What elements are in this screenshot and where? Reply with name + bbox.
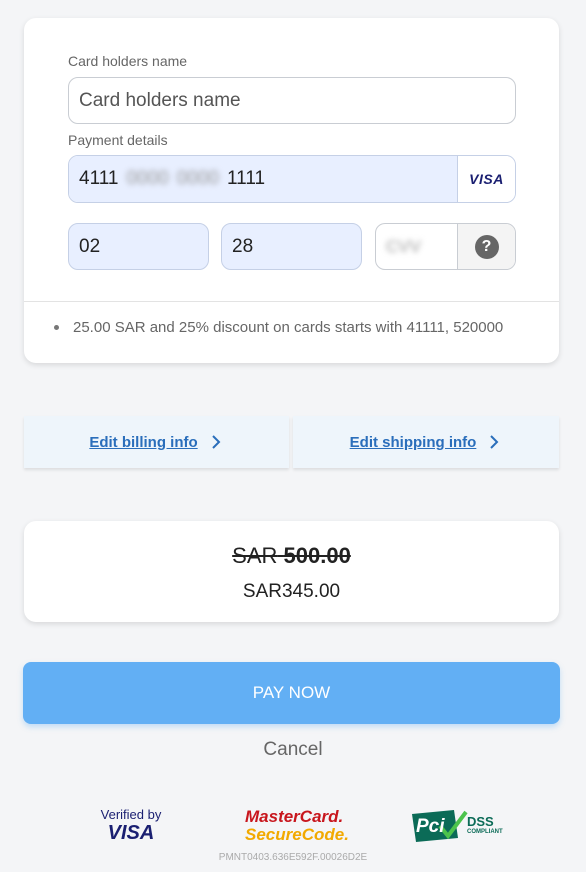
card-brand-box: VISA [457,156,515,202]
card-number-last: 1111 [227,168,266,189]
pci-dss-logo: Pci DSS COMPLIANT [410,808,503,844]
billing-link-panel: Edit billing info [24,416,289,468]
bullet-icon [54,325,59,330]
visa-brand-icon: VISA [469,171,504,187]
cvv-field[interactable]: CVV ? [375,223,516,270]
compliant-text: COMPLIANT [467,829,503,835]
shipping-link-panel: Edit shipping info [293,416,559,468]
mastercard-text: MasterCard. [245,807,344,826]
card-number-masked-1: 0000 [126,168,169,189]
discounted-price: SAR345.00 [242,581,341,602]
original-price-currency: SAR [232,543,278,568]
pci-text: Pci [416,816,445,837]
securecode-text: SecureCode. [245,825,349,844]
mastercard-securecode-logo: MasterCard. SecureCode. [245,807,349,844]
verified-by-visa-logo: Verified by VISA [96,807,166,845]
chevron-right-icon [490,435,499,449]
divider [24,301,559,302]
card-number-input[interactable]: 4111 0000 0000 1111 [69,156,457,202]
edit-billing-link[interactable]: Edit billing info [89,434,223,451]
edit-shipping-label: Edit shipping info [349,433,477,451]
pay-now-button[interactable]: PAY NOW [23,662,560,724]
price-summary: SAR 500.00 SAR345.00 [24,521,559,622]
payment-reference: PMNT0403.636E592F.00026D2E [218,852,368,863]
discount-note: 25.00 SAR and 25% discount on cards star… [54,319,503,336]
original-price-amount: 500.00 [283,543,351,568]
chevron-right-icon [211,435,221,449]
dss-text: DSS [467,814,494,829]
visa-logo-text: VISA [107,822,155,844]
holder-name-label: Card holders name [68,53,188,69]
card-number-masked-2: 0000 [176,168,220,189]
question-icon: ? [474,234,499,259]
discount-text: 25.00 SAR and 25% discount on cards star… [73,319,504,336]
card-number-first: 4111 [79,168,119,189]
cvv-help-button[interactable]: ? [457,224,515,269]
expiry-month-input[interactable] [68,223,209,270]
payment-details-label: Payment details [68,132,168,148]
verified-by-text: Verified by [100,807,162,822]
original-price: SAR 500.00 [24,543,559,569]
card-number-field[interactable]: 4111 0000 0000 1111 VISA [68,155,516,203]
edit-shipping-link[interactable]: Edit shipping info [350,434,503,451]
expiry-year-input[interactable] [221,223,362,270]
cancel-link[interactable]: Cancel [0,739,586,761]
cvv-placeholder: CVV [386,236,421,256]
card-form-panel: Card holders name Payment details 4111 0… [24,18,559,363]
cvv-input[interactable]: CVV [376,224,457,269]
holder-name-input[interactable] [68,77,516,124]
edit-billing-label: Edit billing info [89,433,198,451]
